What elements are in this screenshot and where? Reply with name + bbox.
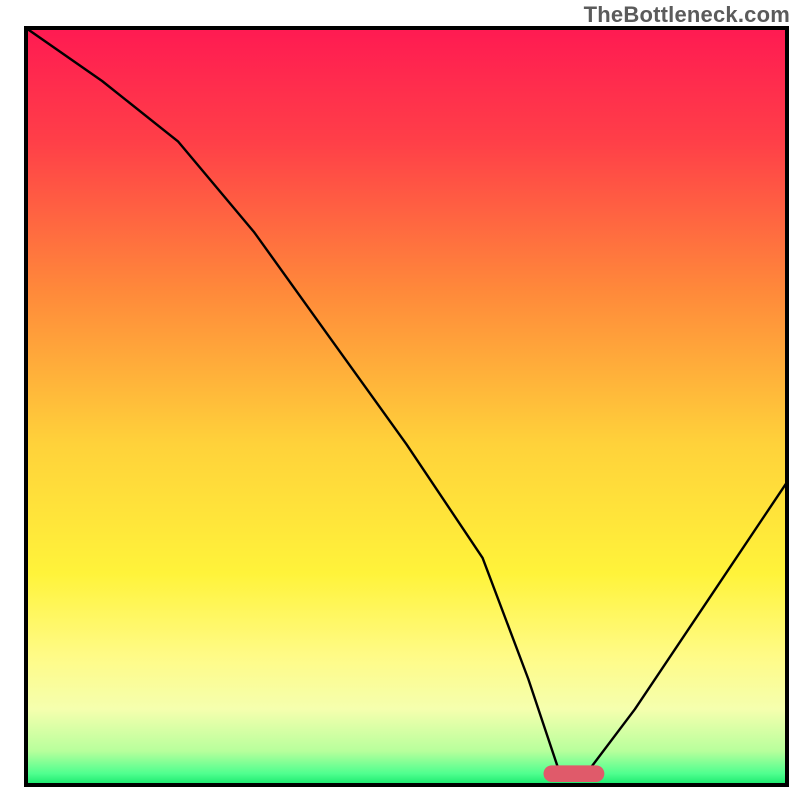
gradient-background [26,28,787,785]
optimal-marker [543,765,604,782]
bottleneck-chart [0,0,800,800]
watermark-text: TheBottleneck.com [584,2,790,28]
